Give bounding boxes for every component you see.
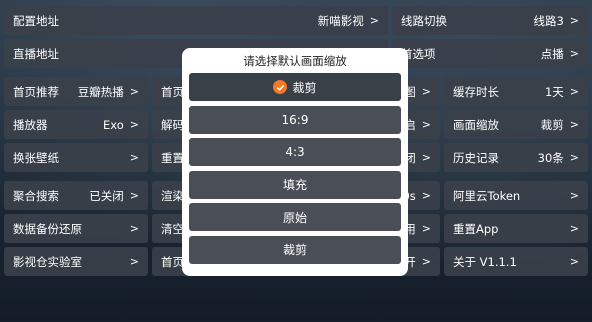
chevron-right-icon: > bbox=[569, 85, 579, 98]
setting-config-address[interactable]: 配置地址 新喵影视 > bbox=[4, 6, 388, 35]
setting-value: 线路3 bbox=[533, 13, 564, 28]
setting-lab[interactable]: 影视仓实验室 > bbox=[4, 247, 148, 276]
option-label: 原始 bbox=[282, 210, 307, 225]
setting-label: 画面缩放 bbox=[453, 117, 499, 132]
setting-label: 首页 bbox=[161, 254, 184, 269]
chevron-right-icon: > bbox=[129, 189, 139, 202]
scale-option-fill[interactable]: 填充 bbox=[189, 170, 401, 199]
setting-label: 关于 V1.1.1 bbox=[453, 254, 517, 269]
setting-label: 直播地址 bbox=[13, 46, 59, 61]
chevron-right-icon: > bbox=[421, 118, 431, 131]
chevron-right-icon: > bbox=[569, 14, 579, 27]
option-label: 裁剪 bbox=[292, 80, 317, 95]
setting-label: 重置App bbox=[453, 221, 499, 236]
setting-change-wallpaper[interactable]: 换张壁纸 > bbox=[4, 143, 148, 172]
chevron-right-icon: > bbox=[569, 222, 579, 235]
setting-value: 裁剪 bbox=[540, 117, 564, 132]
setting-player[interactable]: 播放器 Exo > bbox=[4, 110, 148, 139]
setting-label: 解码 bbox=[161, 117, 184, 132]
setting-label: 首页推荐 bbox=[13, 84, 59, 99]
dialog-title: 请选择默认画面缩放 bbox=[243, 54, 347, 68]
scale-select-dialog: 请选择默认画面缩放 裁剪 16:9 4:3 填充 原始 裁剪 bbox=[182, 48, 408, 276]
setting-value: 1天 bbox=[544, 84, 564, 99]
setting-value: Exo bbox=[103, 117, 124, 132]
setting-value: 已关闭 bbox=[89, 188, 124, 203]
setting-label: 配置地址 bbox=[13, 13, 59, 28]
setting-label: 线路切换 bbox=[401, 13, 447, 28]
setting-label: 缓存时长 bbox=[453, 84, 499, 99]
scale-option-crop-selected[interactable]: 裁剪 bbox=[189, 73, 401, 101]
option-label: 16:9 bbox=[281, 112, 309, 127]
setting-cache-duration[interactable]: 缓存时长 1天 > bbox=[444, 77, 588, 106]
option-label: 裁剪 bbox=[282, 243, 307, 258]
chevron-right-icon: > bbox=[569, 151, 579, 164]
setting-label: 播放器 bbox=[13, 117, 48, 132]
setting-home-recommend[interactable]: 首页推荐 豆瓣热播 > bbox=[4, 77, 148, 106]
chevron-right-icon: > bbox=[129, 85, 139, 98]
option-label: 4:3 bbox=[285, 145, 305, 160]
chevron-right-icon: > bbox=[569, 189, 579, 202]
scale-option-original[interactable]: 原始 bbox=[189, 203, 401, 232]
setting-label: 影视仓实验室 bbox=[13, 254, 82, 269]
chevron-right-icon: > bbox=[569, 118, 579, 131]
setting-history[interactable]: 历史记录 30条 > bbox=[444, 143, 588, 172]
setting-data-backup[interactable]: 数据备份还原 > bbox=[4, 214, 148, 243]
setting-picture-scale[interactable]: 画面缩放 裁剪 > bbox=[444, 110, 588, 139]
setting-label: 渲染 bbox=[161, 188, 184, 203]
setting-aliyun-token[interactable]: 阿里云Token > bbox=[444, 181, 588, 210]
setting-value: 点播 bbox=[540, 46, 564, 61]
setting-label: 换张壁纸 bbox=[13, 150, 59, 165]
check-icon bbox=[273, 80, 288, 94]
setting-label: 数据备份还原 bbox=[13, 221, 82, 236]
setting-label: 聚合搜索 bbox=[13, 188, 59, 203]
chevron-right-icon: > bbox=[129, 222, 139, 235]
chevron-right-icon: > bbox=[421, 222, 431, 235]
setting-about[interactable]: 关于 V1.1.1 > bbox=[444, 247, 588, 276]
setting-value: 豆瓣热播 bbox=[77, 84, 124, 99]
chevron-right-icon: > bbox=[129, 151, 139, 164]
chevron-right-icon: > bbox=[421, 255, 431, 268]
setting-label: 首页 bbox=[161, 84, 184, 99]
setting-label: 重置 bbox=[161, 150, 184, 165]
setting-preference[interactable]: 首选项 点播 > bbox=[392, 39, 588, 68]
chevron-right-icon: > bbox=[421, 189, 431, 202]
option-label: 填充 bbox=[282, 178, 307, 193]
scale-option-4-3[interactable]: 4:3 bbox=[189, 138, 401, 167]
chevron-right-icon: > bbox=[369, 14, 379, 27]
chevron-right-icon: > bbox=[129, 118, 139, 131]
setting-reset-app[interactable]: 重置App > bbox=[444, 214, 588, 243]
setting-value: 新喵影视 bbox=[317, 13, 364, 28]
setting-line-switch[interactable]: 线路切换 线路3 > bbox=[392, 6, 588, 35]
setting-value: 30条 bbox=[537, 150, 564, 165]
chevron-right-icon: > bbox=[569, 47, 579, 60]
chevron-right-icon: > bbox=[421, 151, 431, 164]
setting-label: 历史记录 bbox=[453, 150, 499, 165]
chevron-right-icon: > bbox=[569, 255, 579, 268]
scale-option-16-9[interactable]: 16:9 bbox=[189, 105, 401, 134]
setting-aggregate-search[interactable]: 聚合搜索 已关闭 > bbox=[4, 181, 148, 210]
scale-option-crop[interactable]: 裁剪 bbox=[189, 235, 401, 264]
chevron-right-icon: > bbox=[421, 85, 431, 98]
chevron-right-icon: > bbox=[129, 255, 139, 268]
setting-label: 清空 bbox=[161, 221, 184, 236]
setting-label: 阿里云Token bbox=[453, 188, 521, 203]
